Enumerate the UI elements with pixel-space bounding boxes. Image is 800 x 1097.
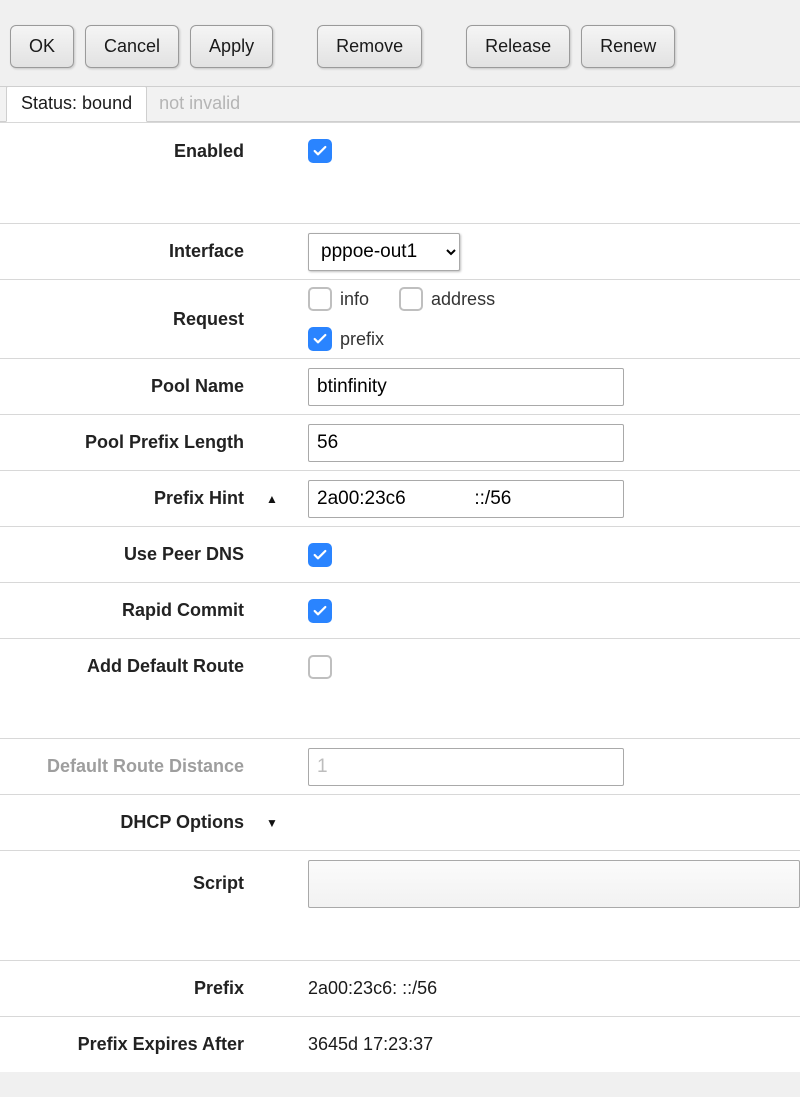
label-enabled: Enabled xyxy=(0,141,258,162)
use-peer-dns-checkbox[interactable] xyxy=(308,543,332,567)
status-bar: Status: bound not invalid xyxy=(0,86,800,122)
prefix-hint-input[interactable] xyxy=(308,480,624,518)
release-button[interactable]: Release xyxy=(466,25,570,68)
check-icon xyxy=(312,331,328,347)
request-info-label: info xyxy=(340,289,369,310)
check-icon xyxy=(312,547,328,563)
status-tab[interactable]: Status: bound xyxy=(6,86,147,122)
remove-button[interactable]: Remove xyxy=(317,25,422,68)
label-default-route-distance: Default Route Distance xyxy=(0,756,258,777)
cancel-button[interactable]: Cancel xyxy=(85,25,179,68)
toolbar: OK Cancel Apply Remove Release Renew xyxy=(0,0,800,86)
request-info-checkbox[interactable] xyxy=(308,287,332,311)
check-icon xyxy=(312,603,328,619)
label-prefix: Prefix xyxy=(0,978,258,999)
request-prefix-label: prefix xyxy=(340,329,384,350)
pool-prefix-length-input[interactable] xyxy=(308,424,624,462)
interface-select[interactable]: pppoe-out1 xyxy=(308,233,460,271)
default-route-distance-input[interactable] xyxy=(308,748,624,786)
status-note: not invalid xyxy=(147,87,252,121)
request-address-label: address xyxy=(431,289,495,310)
label-pool-name: Pool Name xyxy=(0,376,258,397)
label-script: Script xyxy=(0,873,258,894)
request-address-checkbox[interactable] xyxy=(399,287,423,311)
rapid-commit-checkbox[interactable] xyxy=(308,599,332,623)
add-default-route-checkbox[interactable] xyxy=(308,655,332,679)
check-icon xyxy=(312,143,328,159)
form: Enabled Interface pppoe-out1 Request in xyxy=(0,122,800,1072)
triangle-down-icon[interactable]: ▼ xyxy=(258,816,286,830)
label-add-default-route: Add Default Route xyxy=(0,656,258,677)
label-dhcp-options: DHCP Options xyxy=(0,812,258,833)
label-pool-prefix-length: Pool Prefix Length xyxy=(0,432,258,453)
prefix-expires-after-value: 3645d 17:23:37 xyxy=(308,1034,433,1055)
label-rapid-commit: Rapid Commit xyxy=(0,600,258,621)
triangle-up-icon[interactable]: ▲ xyxy=(258,492,286,506)
pool-name-input[interactable] xyxy=(308,368,624,406)
label-prefix-expires-after: Prefix Expires After xyxy=(0,1034,258,1055)
label-use-peer-dns: Use Peer DNS xyxy=(0,544,258,565)
renew-button[interactable]: Renew xyxy=(581,25,675,68)
enabled-checkbox[interactable] xyxy=(308,139,332,163)
apply-button[interactable]: Apply xyxy=(190,25,273,68)
script-input[interactable] xyxy=(308,860,800,908)
label-prefix-hint: Prefix Hint xyxy=(0,488,258,509)
label-request: Request xyxy=(0,309,258,330)
request-prefix-checkbox[interactable] xyxy=(308,327,332,351)
prefix-value: 2a00:23c6: ::/56 xyxy=(308,978,437,999)
ok-button[interactable]: OK xyxy=(10,25,74,68)
label-interface: Interface xyxy=(0,241,258,262)
